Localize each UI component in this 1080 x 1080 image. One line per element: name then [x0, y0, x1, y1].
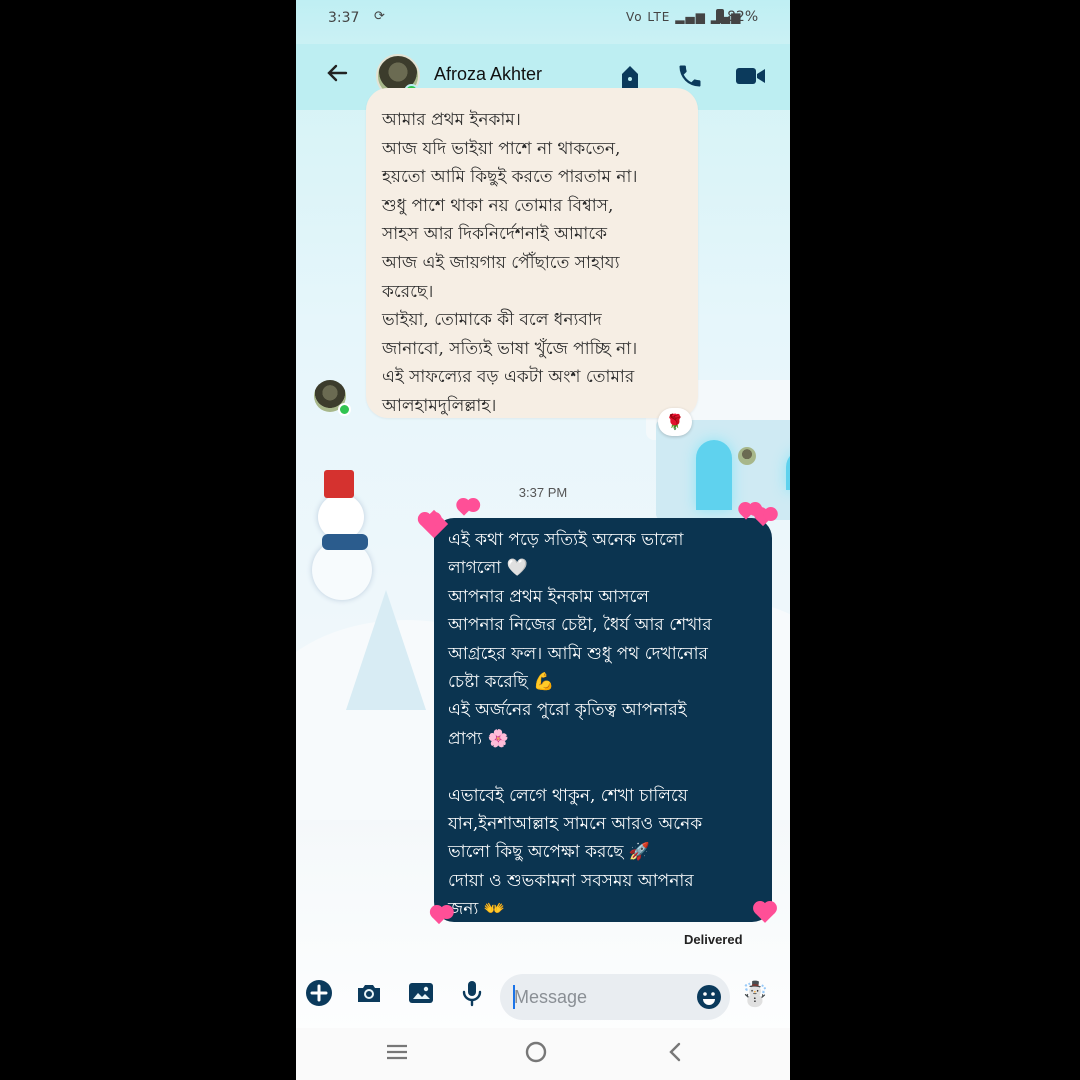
incoming-message-text: আমার প্রথম ইনকাম। আজ যদি ভাইয়া পাশে না … [382, 110, 638, 416]
delivered-status: Delivered [684, 932, 743, 947]
seen-avatar [738, 447, 756, 465]
battery-percent: 82% [727, 9, 759, 25]
recent-apps-icon[interactable] [384, 1038, 410, 1070]
ice-crystal-illustration [346, 590, 426, 710]
outgoing-message-text: এই কথা পড়ে সত্যিই অনেক ভালো লাগলো 🤍 আপন… [448, 530, 712, 920]
contact-name[interactable]: Afroza Akhter [434, 64, 542, 85]
phone-screen: 3:37 ⟳ Vo LTE ▂▄▆ ▂▄▆ 82% Afroza Akhter … [296, 0, 790, 1080]
snowman-quick-reaction-icon[interactable]: ☃️ [740, 980, 770, 1008]
message-timestamp: 3:37 PM [518, 485, 568, 500]
message-composer: ☃️ [296, 962, 790, 1028]
video-icon[interactable] [734, 62, 768, 94]
plus-icon[interactable] [304, 978, 334, 1012]
sync-icon: ⟳ [374, 9, 385, 24]
volte-label: Vo LTE [626, 10, 671, 24]
battery-indicator: 82% [716, 9, 758, 25]
status-time: 3:37 [328, 10, 360, 26]
home-icon[interactable] [522, 1038, 550, 1070]
outgoing-message-bubble[interactable]: এই কথা পড়ে সত্যিই অনেক ভালো লাগলো 🤍 আপন… [434, 518, 772, 922]
camera-icon[interactable] [354, 978, 384, 1012]
status-bar: 3:37 ⟳ Vo LTE ▂▄▆ ▂▄▆ 82% [296, 0, 790, 40]
heart-decoration-icon [458, 504, 470, 516]
system-navigation-bar [296, 1028, 790, 1080]
sender-online-dot [338, 403, 351, 416]
nav-back-icon[interactable] [664, 1038, 688, 1070]
rose-reaction[interactable]: 🌹 [658, 408, 692, 436]
battery-icon [716, 9, 724, 23]
emoji-icon[interactable] [696, 984, 722, 1014]
heart-decoration-icon [431, 909, 447, 925]
text-caret [513, 985, 515, 1009]
microphone-icon[interactable] [458, 978, 486, 1012]
back-arrow-icon[interactable] [324, 60, 350, 93]
incoming-message-bubble[interactable]: আমার প্রথম ইনকাম। আজ যদি ভাইয়া পাশে না … [366, 88, 698, 418]
gallery-icon[interactable] [406, 978, 436, 1012]
